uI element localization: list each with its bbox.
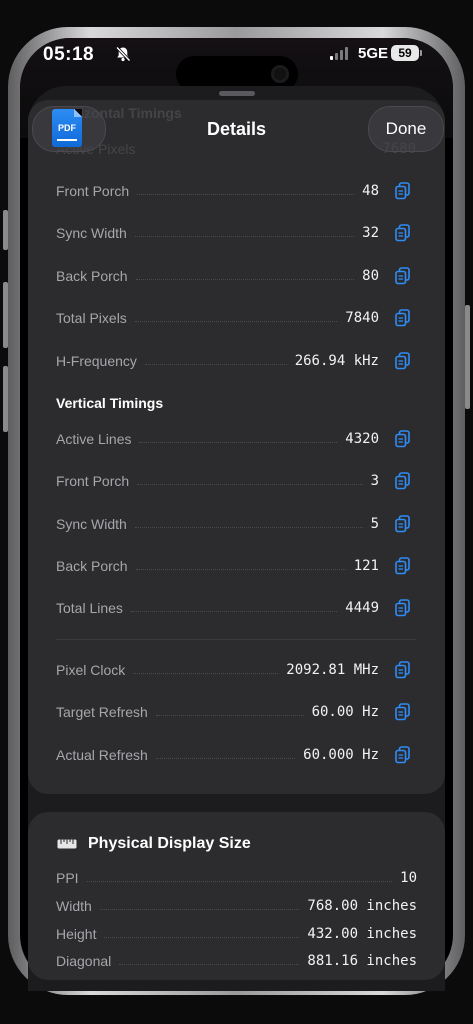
row-label: Pixel Clock bbox=[56, 662, 126, 678]
copy-icon[interactable] bbox=[395, 309, 411, 327]
copy-icon[interactable] bbox=[395, 661, 411, 679]
row-label: Front Porch bbox=[56, 183, 130, 199]
detail-row: H-Frequency 266.94 kHz bbox=[56, 349, 379, 373]
detail-row: Total Pixels 7840 bbox=[56, 306, 379, 330]
done-button[interactable]: Done bbox=[368, 106, 444, 152]
detail-row: Back Porch 121 bbox=[56, 554, 379, 578]
row-label: Target Refresh bbox=[56, 704, 148, 720]
row-value: 10 bbox=[400, 870, 417, 886]
row-value: 881.16 inches bbox=[307, 953, 417, 969]
row-leader-dots bbox=[137, 483, 363, 485]
row-value: 2092.81 MHz bbox=[286, 662, 379, 678]
detail-row: Diagonal 881.16 inches bbox=[56, 949, 417, 973]
divider bbox=[56, 639, 416, 640]
row-leader-dots bbox=[144, 363, 287, 365]
detail-row: Back Porch 80 bbox=[56, 264, 379, 288]
detail-row: Sync Width 32 bbox=[56, 221, 379, 245]
copy-icon[interactable] bbox=[395, 182, 411, 200]
row-value: 4449 bbox=[345, 600, 379, 616]
physical-size-title: Physical Display Size bbox=[88, 835, 251, 852]
status-time: 05:18 bbox=[43, 44, 95, 65]
row-leader-dots bbox=[134, 526, 363, 528]
row-value: 48 bbox=[362, 183, 379, 199]
copy-icon[interactable] bbox=[395, 352, 411, 370]
row-value: 5 bbox=[370, 516, 379, 532]
row-leader-dots bbox=[137, 193, 355, 195]
row-label: Total Lines bbox=[56, 600, 123, 616]
row-leader-dots bbox=[104, 936, 300, 938]
row-label: PPI bbox=[56, 870, 79, 886]
row-leader-dots bbox=[135, 568, 346, 570]
row-leader-dots bbox=[86, 880, 393, 882]
row-value: 60.000 Hz bbox=[303, 747, 379, 763]
row-value: 32 bbox=[362, 225, 379, 241]
row-label: H-Frequency bbox=[56, 353, 137, 369]
detail-row: Front Porch 48 bbox=[56, 179, 379, 203]
row-label: Actual Refresh bbox=[56, 747, 148, 763]
detail-row: Actual Refresh 60.000 Hz bbox=[56, 743, 379, 767]
row-value: 80 bbox=[362, 268, 379, 284]
row-label: Back Porch bbox=[56, 558, 128, 574]
detail-row: Pixel Clock 2092.81 MHz bbox=[56, 658, 379, 682]
action-button bbox=[3, 210, 8, 250]
row-leader-dots bbox=[135, 278, 355, 280]
row-label: Total Pixels bbox=[56, 310, 127, 326]
row-leader-dots bbox=[155, 757, 296, 759]
copy-icon[interactable] bbox=[395, 472, 411, 490]
copy-icon[interactable] bbox=[395, 746, 411, 764]
volume-up-button bbox=[3, 282, 8, 348]
detail-row: Height 432.00 inches bbox=[56, 922, 417, 946]
row-label: Width bbox=[56, 898, 92, 914]
battery-tip bbox=[420, 50, 422, 56]
volume-down-button bbox=[3, 366, 8, 432]
row-value: 7840 bbox=[345, 310, 379, 326]
copy-icon[interactable] bbox=[395, 557, 411, 575]
row-value: 60.00 Hz bbox=[311, 704, 379, 720]
detail-row: Sync Width 5 bbox=[56, 512, 379, 536]
row-value: 432.00 inches bbox=[307, 926, 417, 942]
row-leader-dots bbox=[119, 963, 300, 965]
row-value: 4320 bbox=[345, 431, 379, 447]
detail-row: Total Lines 4449 bbox=[56, 596, 379, 620]
detail-row: PPI 10 bbox=[56, 866, 417, 890]
row-value: 768.00 inches bbox=[307, 898, 417, 914]
detail-row: Target Refresh 60.00 Hz bbox=[56, 700, 379, 724]
row-label: Sync Width bbox=[56, 225, 127, 241]
row-value: 3 bbox=[370, 473, 379, 489]
detail-row: Active Lines 4320 bbox=[56, 427, 379, 451]
row-leader-dots bbox=[130, 610, 338, 612]
row-label: Height bbox=[56, 926, 97, 942]
row-value: 121 bbox=[353, 558, 379, 574]
row-leader-dots bbox=[133, 672, 279, 674]
row-label: Diagonal bbox=[56, 953, 112, 969]
row-leader-dots bbox=[155, 714, 304, 716]
bell-slash-icon bbox=[115, 46, 131, 62]
vertical-timings-title: Vertical Timings bbox=[56, 395, 164, 411]
battery-indicator: 59 bbox=[391, 45, 419, 61]
row-label: Active Lines bbox=[56, 431, 132, 447]
copy-icon[interactable] bbox=[395, 267, 411, 285]
detail-row: Front Porch 3 bbox=[56, 469, 379, 493]
row-leader-dots bbox=[99, 908, 300, 910]
network-type: 5GE bbox=[358, 45, 389, 62]
row-label: Front Porch bbox=[56, 473, 130, 489]
copy-icon[interactable] bbox=[395, 515, 411, 533]
copy-icon[interactable] bbox=[395, 430, 411, 448]
front-camera bbox=[271, 65, 289, 83]
ruler-icon bbox=[57, 839, 77, 849]
copy-icon[interactable] bbox=[395, 224, 411, 242]
power-button bbox=[465, 305, 470, 409]
detail-row: Width 768.00 inches bbox=[56, 894, 417, 918]
copy-icon[interactable] bbox=[395, 703, 411, 721]
row-leader-dots bbox=[134, 320, 338, 322]
row-label: Sync Width bbox=[56, 516, 127, 532]
row-leader-dots bbox=[139, 441, 338, 443]
row-label: Back Porch bbox=[56, 268, 128, 284]
copy-icon[interactable] bbox=[395, 599, 411, 617]
row-value: 266.94 kHz bbox=[294, 353, 379, 369]
sheet-grabber[interactable] bbox=[219, 91, 255, 96]
scrolled-row: Active Pixels 7680 bbox=[56, 141, 416, 157]
cellular-signal-icon bbox=[330, 46, 348, 60]
row-leader-dots bbox=[134, 235, 355, 237]
